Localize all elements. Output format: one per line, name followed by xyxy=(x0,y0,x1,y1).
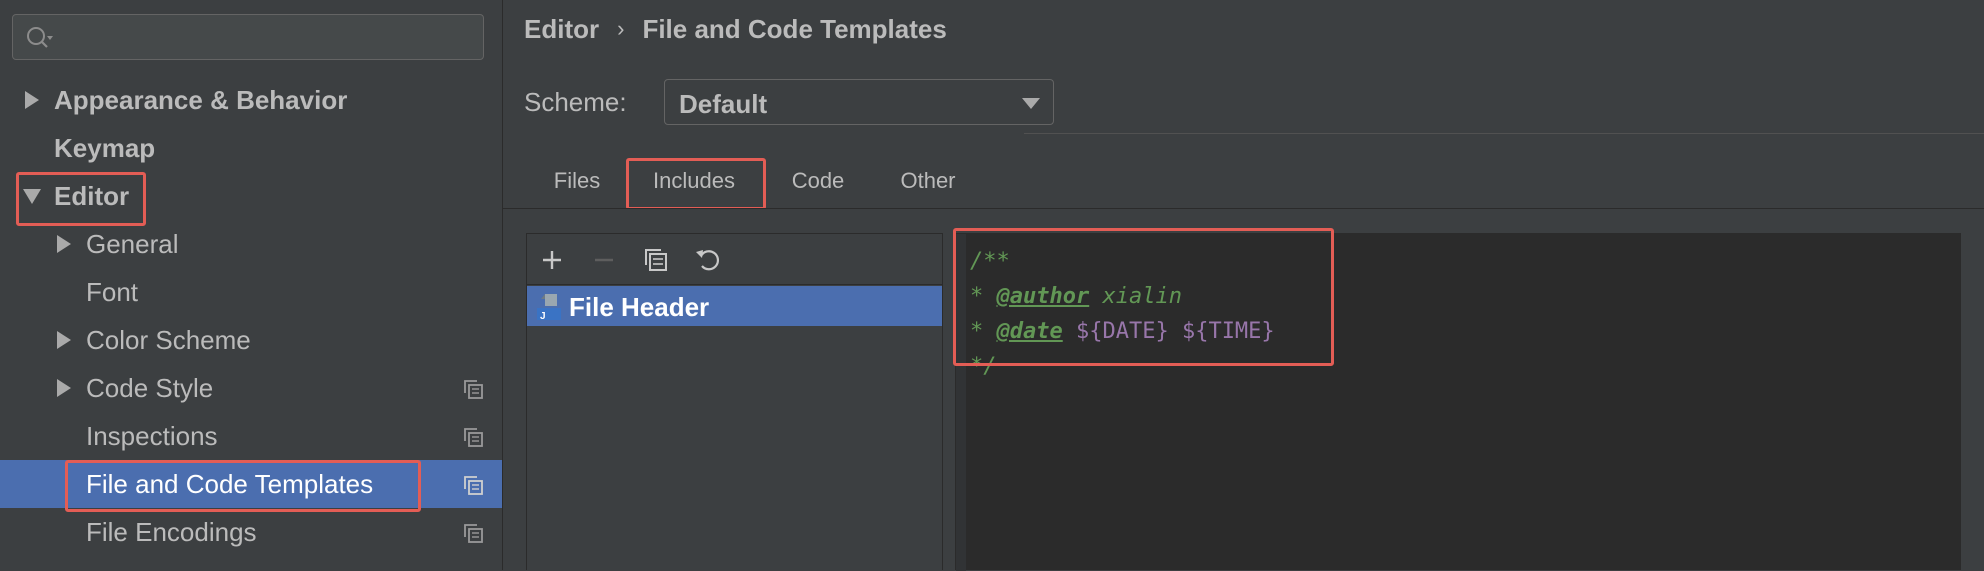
java-file-icon: J xyxy=(537,294,561,322)
tree-item-file-encodings[interactable]: File Encodings xyxy=(0,508,502,556)
copy-icon xyxy=(464,428,483,447)
template-list-item-label: File Header xyxy=(569,292,710,322)
tree-item-label: File Encodings xyxy=(86,516,257,547)
search-input[interactable] xyxy=(63,21,477,55)
list-toolbar xyxy=(527,234,942,285)
tree-item-label: Appearance & Behavior xyxy=(54,84,348,115)
tree-item-appearance-behavior[interactable]: Appearance & Behavior xyxy=(0,76,502,124)
settings-sidebar: Appearance & Behavior Keymap Editor Gene… xyxy=(0,0,503,570)
triangle-right-icon[interactable] xyxy=(54,330,74,350)
tree-item-label: Color Scheme xyxy=(86,324,251,355)
svg-text:J: J xyxy=(540,311,546,322)
tree-item-inspections[interactable]: Inspections xyxy=(0,412,502,460)
plus-icon[interactable] xyxy=(537,245,567,275)
breadcrumb-current: File and Code Templates xyxy=(642,14,947,44)
search-icon xyxy=(27,27,53,48)
breadcrumb-separator: › xyxy=(617,16,625,41)
copy-icon xyxy=(464,380,483,399)
tab-other[interactable]: Other xyxy=(875,155,981,207)
divider xyxy=(1024,133,1984,134)
tab-label: Files xyxy=(553,168,601,193)
scheme-dropdown[interactable]: Default xyxy=(664,79,1054,125)
template-list-panel: J File Header xyxy=(526,233,943,570)
breadcrumb: Editor › File and Code Templates xyxy=(524,14,947,45)
chevron-down-icon xyxy=(1022,98,1040,109)
highlight-includes-tab xyxy=(626,158,766,210)
tree-item-font[interactable]: Font xyxy=(0,268,502,316)
triangle-right-icon[interactable] xyxy=(54,378,74,398)
tree-item-code-style[interactable]: Code Style xyxy=(0,364,502,412)
search-box[interactable] xyxy=(12,14,484,60)
tab-code[interactable]: Code xyxy=(765,155,871,207)
tab-label: Code xyxy=(791,168,845,193)
tree-item-label: Code Style xyxy=(86,372,214,403)
scheme-value: Default xyxy=(679,89,768,119)
breadcrumb-parent[interactable]: Editor xyxy=(524,14,599,44)
tree-item-label: Keymap xyxy=(54,132,156,163)
triangle-right-icon[interactable] xyxy=(22,90,42,110)
highlight-code-block xyxy=(953,228,1334,366)
undo-icon[interactable] xyxy=(693,245,723,275)
tree-item-label: General xyxy=(86,228,179,259)
tree-item-color-scheme[interactable]: Color Scheme xyxy=(0,316,502,364)
tree-item-label: Font xyxy=(86,276,139,307)
tree-item-general[interactable]: General xyxy=(0,220,502,268)
scheme-label: Scheme: xyxy=(524,87,627,117)
copy-icon xyxy=(464,524,483,543)
tree-item-keymap[interactable]: Keymap xyxy=(0,124,502,172)
tab-label: Other xyxy=(900,168,956,193)
tree-item-label: Inspections xyxy=(86,420,218,451)
template-tabs: Files Includes Code Other xyxy=(503,155,1984,210)
copy-icon[interactable] xyxy=(641,245,671,275)
tab-files[interactable]: Files xyxy=(531,155,623,207)
template-list-item-file-header[interactable]: J File Header xyxy=(527,286,942,326)
triangle-right-icon[interactable] xyxy=(54,234,74,254)
template-content: J File Header /** * @author xialin * @da… xyxy=(503,209,1984,571)
highlight-editor xyxy=(16,172,146,226)
minus-icon[interactable] xyxy=(589,245,619,275)
copy-icon xyxy=(464,476,483,495)
settings-main-panel: Editor › File and Code Templates Scheme: D… xyxy=(503,0,1984,571)
highlight-file-and-code-templates xyxy=(65,460,421,512)
